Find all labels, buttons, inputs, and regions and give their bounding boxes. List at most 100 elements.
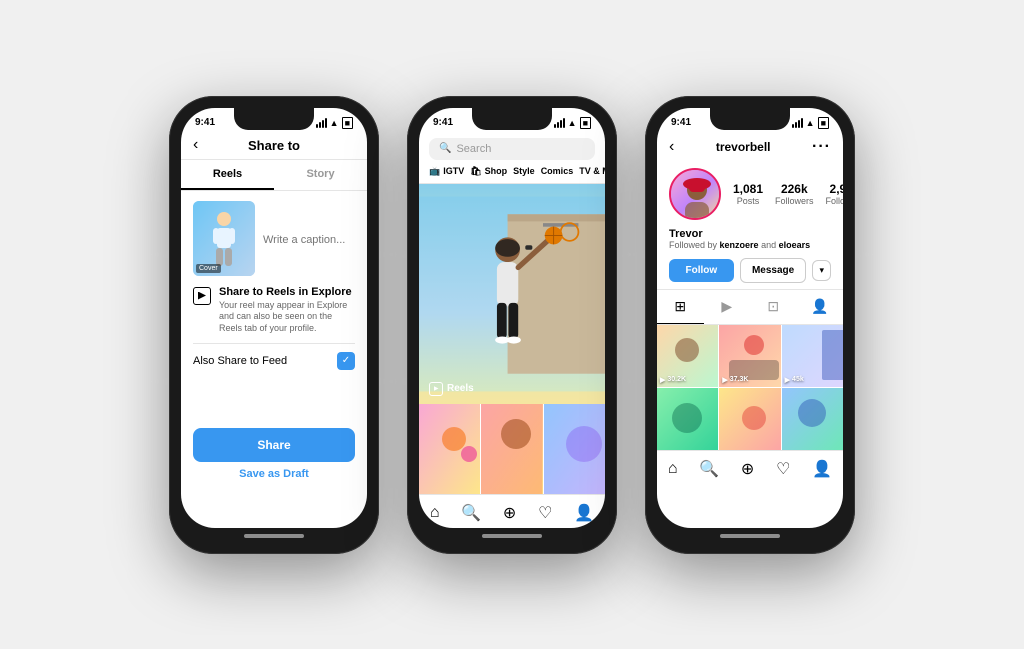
followers-count: 226k	[775, 182, 814, 196]
profile-section: 1,081 Posts 226k Followers 2,943 Followi…	[657, 162, 843, 228]
share-reels-title: Share to Reels in Explore	[219, 286, 355, 298]
follower-2[interactable]: eloears	[779, 240, 811, 250]
status-time-3: 9:41	[671, 117, 691, 128]
profile-tab-user[interactable]: 👤	[797, 290, 844, 324]
following-count: 2,943	[826, 182, 843, 196]
reels-text: Reels	[447, 383, 474, 394]
signal-icon-2	[554, 118, 565, 128]
stat-following: 2,943 Following	[826, 182, 843, 206]
reels-label: Reels	[429, 381, 474, 396]
nav-heart-2[interactable]: ♡	[538, 503, 552, 523]
profile-stats: 1,081 Posts 226k Followers 2,943 Followi…	[733, 182, 843, 206]
stat-posts: 1,081 Posts	[733, 182, 763, 206]
play-triangle	[198, 292, 206, 300]
search-bar[interactable]: 🔍 Search	[429, 138, 595, 160]
nav-search-2[interactable]: 🔍	[461, 503, 481, 523]
also-share-label: Also Share to Feed	[193, 355, 287, 367]
message-button[interactable]: Message	[740, 258, 807, 283]
dropdown-button[interactable]: ▾	[812, 260, 831, 281]
phone-1: 9:41 ▲ ■ ‹ Share to	[169, 96, 379, 554]
profile-tab-tagged[interactable]: ⊡	[750, 290, 797, 324]
phone1-title: Share to	[248, 138, 300, 153]
home-indicator-3	[720, 534, 780, 538]
phones-container: 9:41 ▲ ■ ‹ Share to	[169, 96, 855, 554]
reels-label-icon	[429, 382, 443, 396]
profile-name-section: Trevor Followed by kenzoere and eloears	[657, 228, 843, 254]
profile-avatar	[669, 168, 721, 220]
signal-icon-3	[792, 118, 803, 128]
share-button[interactable]: Share	[193, 428, 355, 462]
profile-grid-3: ▶ 45k	[782, 325, 843, 387]
tag-igtv[interactable]: 📺 IGTV	[429, 166, 464, 177]
home-indicator-1	[244, 534, 304, 538]
profile-back-icon[interactable]: ‹	[669, 138, 674, 156]
profile-tab-grid[interactable]: ⊞	[657, 290, 704, 324]
nav-profile-3[interactable]: 👤	[812, 459, 832, 479]
profile-actions: Follow Message ▾	[657, 254, 843, 289]
profile-grid: ▶ 30.2K ▶ 37.3K	[657, 325, 843, 450]
play-icon-2: ▶	[722, 376, 727, 384]
save-draft-button[interactable]: Save as Draft	[193, 468, 355, 480]
back-button-1[interactable]: ‹	[193, 136, 198, 154]
phone3-nav: ⌂ 🔍 ⊕ ♡ 👤	[657, 450, 843, 487]
battery-icon-2: ■	[580, 117, 591, 129]
caption-input[interactable]	[263, 201, 367, 276]
also-share-checkbox[interactable]: ✓	[337, 352, 355, 370]
wifi-icon-2: ▲	[568, 118, 577, 128]
profile-grid-4	[657, 388, 718, 450]
phone2-nav: ⌂ 🔍 ⊕ ♡ 👤	[419, 494, 605, 528]
phone-2-screen: 9:41 ▲ ■ 🔍 Search	[419, 108, 605, 528]
tab-story[interactable]: Story	[274, 160, 367, 190]
main-feed-image: Reels	[419, 184, 605, 404]
phone1-content: Cover Share to Reels in Explore Your ree…	[181, 191, 367, 490]
tag-comics[interactable]: Comics	[541, 166, 574, 177]
phone1-tabs: Reels Story	[181, 160, 367, 191]
nav-home-2[interactable]: ⌂	[430, 504, 440, 522]
shop-icon: 🛍	[470, 166, 481, 177]
status-time-2: 9:41	[433, 117, 453, 128]
nav-add-3[interactable]: ⊕	[741, 459, 754, 479]
profile-grid-1: ▶ 30.2K	[657, 325, 718, 387]
following-label: Following	[826, 196, 843, 206]
nav-profile-2[interactable]: 👤	[574, 503, 594, 523]
wifi-icon-3: ▲	[806, 118, 815, 128]
grid-cell-2	[481, 404, 542, 494]
stat-followers: 226k Followers	[775, 182, 814, 206]
status-icons-1: ▲ ■	[316, 117, 353, 129]
phone-2-notch	[472, 108, 552, 130]
nav-home-3[interactable]: ⌂	[668, 460, 678, 478]
grid-cell-3	[544, 404, 605, 494]
play-icon	[434, 386, 439, 391]
play-icon-3: ▶	[785, 376, 790, 384]
profile-tab-reels[interactable]: ▶	[704, 290, 751, 324]
nav-search-3[interactable]: 🔍	[699, 459, 719, 479]
follower-1[interactable]: kenzoere	[720, 240, 759, 250]
profile-header: ‹ trevorbell ···	[657, 134, 843, 162]
phone-1-screen: 9:41 ▲ ■ ‹ Share to	[181, 108, 367, 528]
followed-by-text: Followed by kenzoere and eloears	[669, 240, 831, 250]
igtv-icon: 📺	[429, 166, 440, 177]
grid-cell-1	[419, 404, 480, 494]
nav-add-2[interactable]: ⊕	[503, 503, 516, 523]
wifi-icon-1: ▲	[330, 118, 339, 128]
profile-name: Trevor	[669, 228, 831, 240]
tag-tv[interactable]: TV & Movie	[579, 166, 605, 177]
tab-reels[interactable]: Reels	[181, 160, 274, 190]
share-reels-text: Share to Reels in Explore Your reel may …	[219, 286, 355, 335]
video-thumbnail: Cover	[193, 201, 255, 276]
profile-username: trevorbell	[716, 140, 771, 154]
phone-1-notch	[234, 108, 314, 130]
profile-menu-icon[interactable]: ···	[812, 138, 831, 156]
tag-shop[interactable]: 🛍 Shop	[470, 166, 507, 177]
status-icons-2: ▲ ■	[554, 117, 591, 129]
phone-2: 9:41 ▲ ■ 🔍 Search	[407, 96, 617, 554]
grid-count-3: ▶ 45k	[785, 376, 804, 384]
follow-button[interactable]: Follow	[669, 259, 734, 282]
tag-style[interactable]: Style	[513, 166, 535, 177]
status-icons-3: ▲ ■	[792, 117, 829, 129]
signal-icon-1	[316, 118, 327, 128]
search-icon: 🔍	[439, 143, 451, 154]
play-icon-1: ▶	[660, 376, 665, 384]
profile-grid-5	[719, 388, 780, 450]
nav-heart-3[interactable]: ♡	[776, 459, 790, 479]
